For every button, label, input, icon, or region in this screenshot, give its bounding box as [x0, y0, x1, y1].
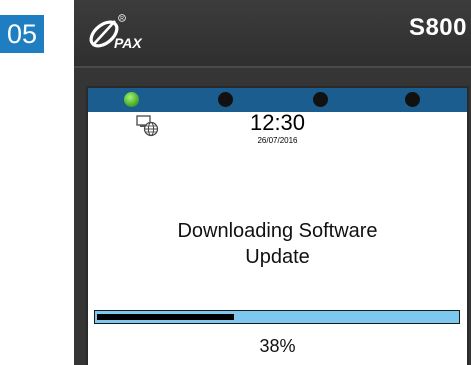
led-status-bar [88, 88, 467, 112]
bezel-divider [74, 66, 471, 68]
step-number-badge: 05 [0, 15, 44, 53]
led-indicator-1 [124, 92, 139, 107]
led-indicator-4 [405, 92, 420, 107]
model-label: S800 [408, 14, 467, 41]
led-indicator-3 [313, 92, 328, 107]
download-progress-percent: 38% [259, 336, 296, 356]
pos-terminal: PAX R S800 12:30 26/07/2016 Downloading … [74, 0, 471, 365]
terminal-header: PAX R S800 [74, 0, 471, 66]
status-message-line-2: Update [245, 246, 310, 268]
status-message-line-1: Downloading Software [177, 220, 378, 242]
svg-text:R: R [120, 16, 124, 22]
clock-date: 26/07/2016 [257, 136, 298, 145]
led-indicator-2 [218, 92, 233, 107]
download-progress-fill [97, 314, 234, 320]
svg-text:PAX: PAX [114, 35, 143, 51]
download-progress-bar [94, 310, 460, 324]
status-message: Downloading Software Update [88, 218, 467, 270]
terminal-screen: 12:30 26/07/2016 Downloading Software Up… [86, 86, 469, 365]
pax-logo-icon: PAX R [89, 14, 143, 51]
clock-time: 12:30 [249, 110, 306, 135]
